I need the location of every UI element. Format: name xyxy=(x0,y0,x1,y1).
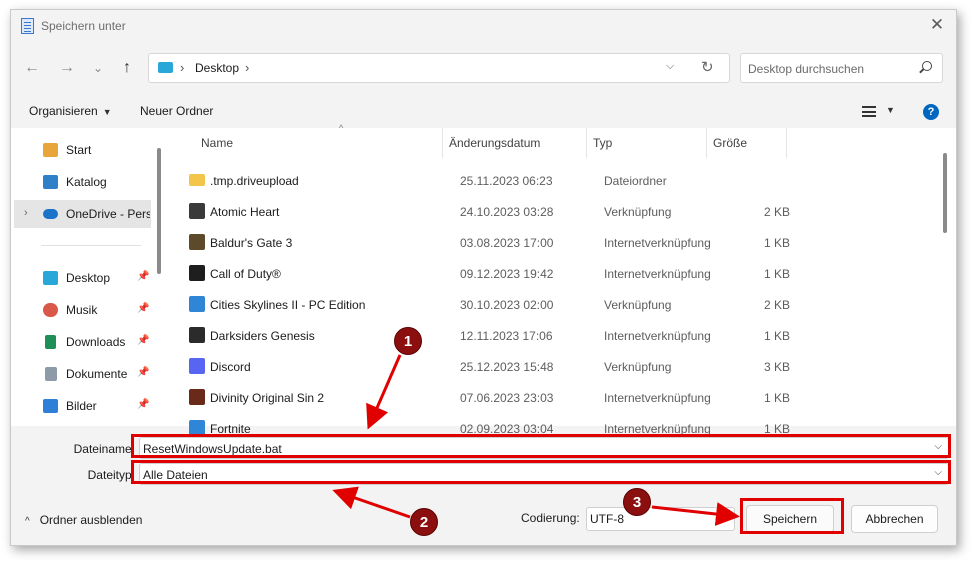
annotation-arrows xyxy=(332,354,740,526)
annotation-arrow-2 xyxy=(332,486,411,519)
annotation-marker-1: 1 xyxy=(394,327,422,355)
annotation-marker-3: 3 xyxy=(623,488,651,516)
annotation-marker-2: 2 xyxy=(410,508,438,536)
annotation-arrow-3 xyxy=(651,502,740,526)
annotation-arrow-1 xyxy=(366,354,402,430)
